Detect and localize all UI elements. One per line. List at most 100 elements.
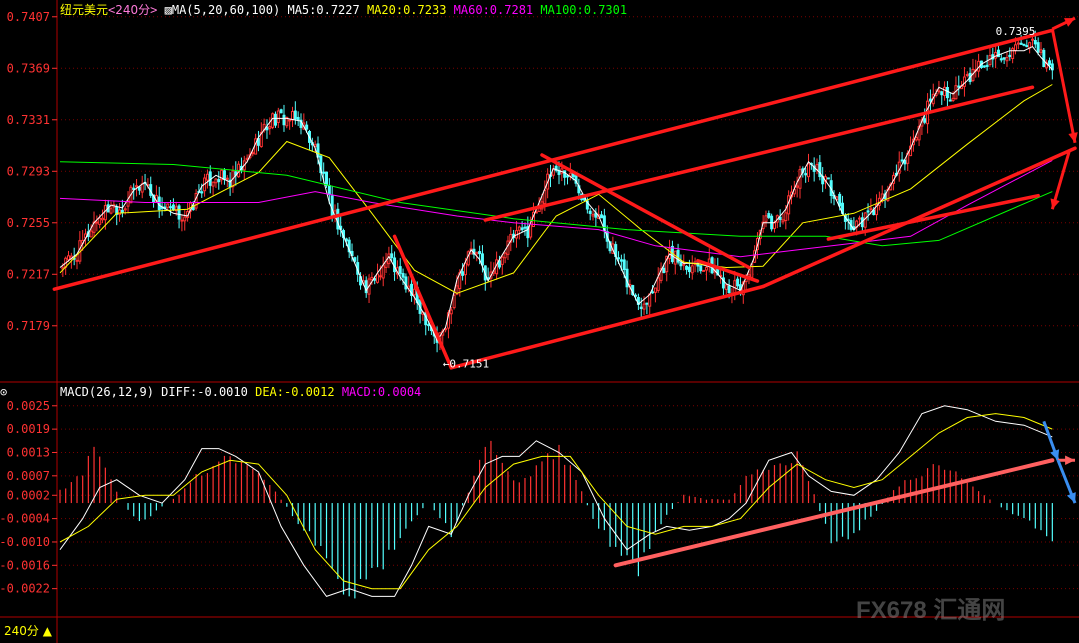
candle-down xyxy=(826,177,830,180)
candle-up xyxy=(704,266,708,271)
ma-switch-icon[interactable]: ▨ xyxy=(165,3,172,17)
candle-up xyxy=(67,255,70,261)
candle-down xyxy=(327,184,331,196)
macd-value: MACD:0.0004 xyxy=(341,385,422,399)
candle-up xyxy=(943,86,947,96)
candle-down xyxy=(685,265,689,270)
trendline xyxy=(392,234,454,370)
candle-down xyxy=(1008,54,1012,58)
macd-tick-label: -0.0022 xyxy=(0,582,50,596)
candle-up xyxy=(89,230,93,238)
candle-down xyxy=(600,214,604,219)
diff-value: DIFF:-0.0010 xyxy=(161,385,248,399)
settings-dot-icon[interactable]: ⊙ xyxy=(0,385,7,399)
candle-up xyxy=(914,136,918,141)
candle-up xyxy=(764,215,768,222)
candle-down xyxy=(296,116,300,120)
watermark-text: FX678 汇通网 xyxy=(856,597,1006,624)
price-tick-label: 0.7179 xyxy=(7,319,50,333)
candle-down xyxy=(336,208,340,230)
trendline xyxy=(449,284,765,370)
candle-up xyxy=(101,217,105,221)
ma5-line xyxy=(59,45,1053,342)
timeframe-selector[interactable]: 240分 ▲ xyxy=(0,621,56,641)
candle-up xyxy=(109,208,113,214)
macd-tick-label: 0.0025 xyxy=(7,399,50,413)
candle-down xyxy=(120,209,124,213)
candle-up xyxy=(103,205,107,221)
candle-down xyxy=(282,114,286,126)
chart-canvas: 0.7407 0.7369 0.7331 0.7293 0.7255 0.7217 0.71… xyxy=(0,0,1079,643)
macd-tick-label: -0.0016 xyxy=(0,558,50,572)
candle-up xyxy=(452,294,456,309)
candle-up xyxy=(951,97,955,101)
price-arrow-shaft xyxy=(1050,28,1077,144)
candle-down xyxy=(617,257,621,260)
candle-up xyxy=(962,76,966,87)
candle-up xyxy=(863,212,867,228)
candle-up xyxy=(475,251,479,255)
candle-up xyxy=(772,222,776,229)
candle-up xyxy=(376,273,380,283)
candle-down xyxy=(520,227,524,231)
candle-down xyxy=(736,278,740,287)
indicator-lines xyxy=(59,45,1053,597)
candle-up xyxy=(180,219,184,222)
candle-down xyxy=(330,195,334,217)
candle-up xyxy=(166,203,170,208)
candle-up xyxy=(75,259,79,262)
candle-down xyxy=(982,65,986,68)
candle-up xyxy=(690,265,694,274)
candle-down xyxy=(566,175,569,178)
high-price-label: 0.7395 xyxy=(996,25,1036,38)
candle-up xyxy=(781,219,785,223)
candle-up xyxy=(1013,44,1017,52)
candle-down xyxy=(169,206,173,209)
candle-down xyxy=(804,173,808,176)
candle-down xyxy=(588,210,592,214)
candle-up xyxy=(965,74,969,77)
watermark-logo: FX678 汇通网 xyxy=(856,590,1005,625)
candle-down xyxy=(900,159,904,162)
ma100-value: MA100:0.7301 xyxy=(540,3,628,17)
candle-down xyxy=(200,191,204,194)
candle-down xyxy=(398,266,402,274)
candle-up xyxy=(1016,42,1020,45)
candle-down xyxy=(662,267,666,273)
candle-down xyxy=(563,170,567,178)
candle-down xyxy=(401,273,405,278)
macd-arrow-head xyxy=(1065,455,1076,466)
candle-down xyxy=(838,193,842,207)
candle-up xyxy=(135,185,139,188)
candle-up xyxy=(95,221,99,224)
candle-up xyxy=(1005,57,1009,62)
candle-up xyxy=(784,212,788,221)
candle-up xyxy=(214,178,218,184)
ma-name[interactable]: MA(5,20,60,100) xyxy=(172,3,280,17)
candle-up xyxy=(123,208,127,211)
candle-up xyxy=(858,217,862,220)
price-tick-label: 0.7369 xyxy=(7,61,50,75)
macd-name[interactable]: MACD(26,12,9) xyxy=(60,385,154,399)
candle-up xyxy=(225,177,229,180)
macd-tick-label: -0.0010 xyxy=(0,535,50,549)
candle-down xyxy=(217,179,221,183)
candle-down xyxy=(427,324,431,327)
candle-down xyxy=(1002,57,1006,60)
low-price-label: ←0.7151 xyxy=(443,358,489,371)
ma20-value: MA20:0.7233 xyxy=(366,3,447,17)
candle-down xyxy=(1019,42,1023,45)
ma20-line xyxy=(59,84,1053,294)
candle-up xyxy=(378,275,382,278)
candle-down xyxy=(727,285,731,293)
candle-down xyxy=(1033,40,1037,45)
candle-down xyxy=(325,171,329,186)
macd-header-values: MACD(26,12,9) DIFF:-0.0010 DEA:-0.0012 M… xyxy=(60,385,421,399)
candle-up xyxy=(642,303,646,310)
candle-down xyxy=(625,268,629,288)
candle-down xyxy=(928,98,932,102)
ma5-value: MA5:0.7227 xyxy=(287,3,360,17)
candle-up xyxy=(1039,49,1043,53)
candle-down xyxy=(461,271,465,276)
price-tick-label: 0.7293 xyxy=(7,164,50,178)
